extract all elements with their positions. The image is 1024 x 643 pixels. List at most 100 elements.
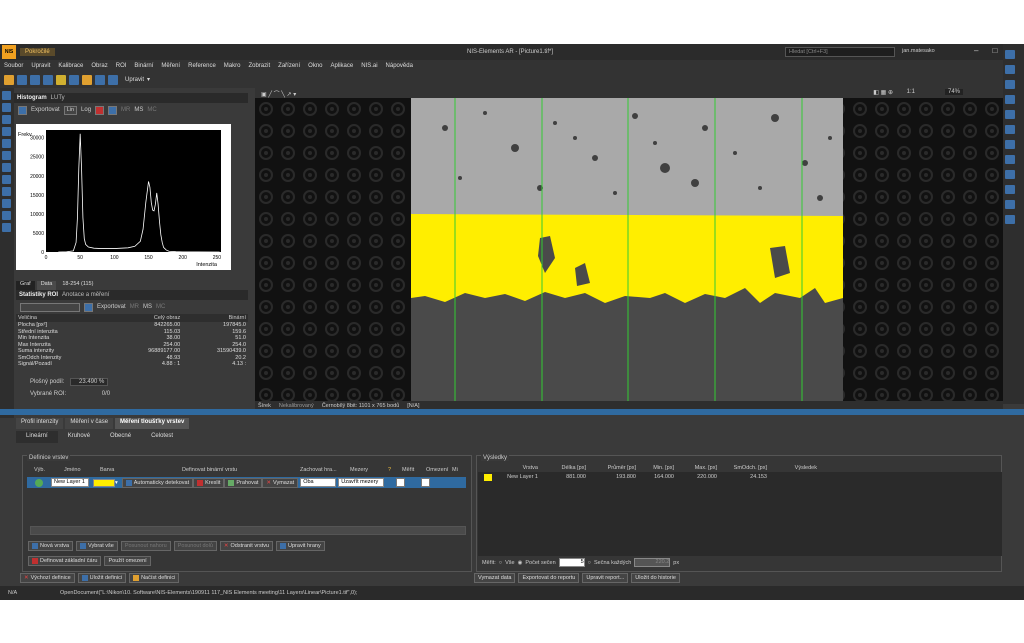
tab-linear[interactable]: Lineární (16, 431, 58, 443)
macro-tool-icon[interactable] (2, 211, 11, 220)
menu-help[interactable]: Nápověda (386, 63, 413, 69)
tab-data[interactable]: Data (36, 281, 57, 290)
info-tool-icon[interactable] (1005, 200, 1015, 209)
erase-button[interactable]: ✕ Vymazat (262, 477, 299, 488)
measure-tool-icon[interactable] (2, 127, 11, 136)
scale-label[interactable]: 1:1 (907, 89, 915, 95)
zoom-level[interactable]: 74% (944, 89, 963, 95)
folder-icon[interactable] (82, 74, 92, 85)
select-all-button[interactable]: Vybrat vše (76, 541, 118, 551)
profile-tool-icon[interactable] (2, 187, 11, 196)
radio-each[interactable]: ○ (588, 560, 591, 566)
stats-mr[interactable]: MR (130, 304, 139, 310)
tab-graph[interactable]: Graf (16, 281, 35, 290)
menu-file[interactable]: Soubor (4, 63, 23, 69)
gear-icon[interactable] (108, 105, 118, 115)
col-whole-image[interactable]: Celý obraz (110, 314, 183, 322)
layer-row[interactable]: New Layer 1 ▾ Automaticky detekovat Kres… (27, 477, 466, 488)
image-tool-icon[interactable] (1005, 125, 1015, 134)
mc-button[interactable]: MC (147, 107, 156, 113)
export-icon[interactable] (84, 302, 93, 312)
pointer-tool-icon[interactable] (2, 91, 11, 100)
load-def-button[interactable]: Načíst definici (129, 573, 180, 583)
undo-icon[interactable] (30, 74, 40, 85)
log-button[interactable]: Log (81, 107, 91, 113)
measure-checkbox[interactable] (396, 478, 406, 487)
capture-icon[interactable] (56, 74, 66, 85)
redo-icon[interactable] (43, 74, 53, 85)
open-icon[interactable] (4, 74, 14, 85)
edit-dropdown[interactable]: Upravit (125, 77, 144, 83)
layout-tool-icon[interactable] (1005, 110, 1015, 119)
menu-image[interactable]: Obraz (91, 63, 107, 69)
keep-select[interactable]: Oba (300, 478, 337, 487)
save-icon[interactable] (17, 74, 27, 85)
image-tools-icon[interactable]: ▣ ╱ ⌒ ╲ ↗ ▾ (261, 89, 296, 98)
report-tool-icon[interactable] (2, 223, 11, 232)
save-def-button[interactable]: Uložit definici (77, 573, 127, 583)
histogram-export[interactable]: Exportovat (31, 107, 60, 113)
channel-tool-icon[interactable] (1005, 65, 1015, 74)
col-quantity[interactable]: Veličina (16, 314, 111, 322)
luts-tab[interactable]: LUTy (51, 95, 65, 101)
stats-ms[interactable]: MS (143, 304, 152, 310)
grid-tool-icon[interactable] (1005, 95, 1015, 104)
remove-layer-button[interactable]: ✕ Odstranit vrstvu (219, 541, 274, 551)
chevron-down-icon[interactable]: ▾ (115, 480, 118, 486)
menu-binary[interactable]: Binární (134, 63, 153, 69)
minimize-icon[interactable]: – (974, 46, 978, 55)
move-up-button[interactable]: Posunout nahoru (120, 541, 171, 551)
tab-intensity-profile[interactable]: Profil intenzity (16, 418, 64, 429)
export-icon[interactable] (18, 105, 27, 115)
radio-all[interactable]: ○ (499, 560, 502, 566)
menu-devices[interactable]: Zařízení (278, 63, 300, 69)
each-input[interactable]: 220.2 (634, 558, 671, 567)
menu-calibration[interactable]: Kalibrace (58, 63, 83, 69)
move-down-button[interactable]: Posunout dolů (173, 541, 217, 551)
search-input[interactable]: Hledat [Ctrl+F3] (785, 47, 895, 57)
menu-applications[interactable]: Aplikace (331, 63, 354, 69)
roi-tool-icon[interactable] (2, 115, 11, 124)
user-name[interactable]: jan.matesako (902, 48, 935, 54)
histogram-title[interactable]: Histogram (17, 95, 47, 101)
count-tool-icon[interactable] (2, 199, 11, 208)
fit-icon[interactable]: ◧ ▦ ⊕ (873, 89, 893, 96)
menu-roi[interactable]: ROI (116, 63, 127, 69)
settings-icon[interactable] (69, 74, 79, 85)
tab-time-measure[interactable]: Měření v čase (65, 418, 114, 429)
menu-view[interactable]: Zobrazit (248, 63, 270, 69)
layer-visible-icon[interactable] (35, 478, 43, 487)
export-tool-icon[interactable] (1005, 140, 1015, 149)
new-layer-button[interactable]: Nová vrstva (28, 541, 74, 551)
gaps-select[interactable]: Uzavřít mezery (338, 478, 385, 487)
edit-report-button[interactable]: Upravit report... (582, 573, 629, 583)
table-row[interactable]: New Layer 1 881.000 193.800 164.000 220.… (478, 472, 1002, 482)
threshold-button[interactable]: Prahovat (224, 477, 263, 488)
zoom-tool-icon[interactable] (2, 103, 11, 112)
menu-macro[interactable]: Makro (224, 63, 241, 69)
text-tool-icon[interactable] (1005, 155, 1015, 164)
stats-mc[interactable]: MC (156, 304, 165, 310)
binary-tool-icon[interactable] (2, 151, 11, 160)
horizontal-scrollbar[interactable] (30, 526, 466, 535)
view-tool-icon[interactable] (1005, 50, 1015, 59)
color-tool-icon[interactable] (1005, 170, 1015, 179)
layer-color-swatch[interactable] (93, 478, 115, 487)
col-binary[interactable]: Binární (182, 314, 248, 322)
clear-data-button[interactable]: Vymazat data (474, 573, 516, 583)
help-icon[interactable]: ? (388, 467, 402, 473)
menu-measure[interactable]: Měření (161, 63, 180, 69)
auto-detect-button[interactable]: Automaticky detekovat (121, 477, 194, 488)
tab-layer-thickness[interactable]: Měření tloušťky vrstev (115, 418, 190, 429)
app-tab-advanced[interactable]: Pokročilé (20, 48, 55, 56)
image-viewer[interactable] (255, 98, 1003, 403)
draw-button[interactable]: Kreslit (193, 477, 225, 488)
export-report-button[interactable]: Exportovat do reportu (518, 573, 580, 583)
menu-reference[interactable]: Reference (188, 63, 216, 69)
histogram-plot[interactable]: 0 5000 10000 15000 20000 25000 30000 0 50 100 150 2… (16, 124, 231, 270)
menu-window[interactable]: Okno (308, 63, 322, 69)
menu-nisai[interactable]: NIS.ai (361, 63, 377, 69)
annotation-tool-icon[interactable] (2, 139, 11, 148)
stats-export[interactable]: Exportovat (97, 304, 126, 310)
tab-general[interactable]: Obecné (100, 431, 141, 443)
